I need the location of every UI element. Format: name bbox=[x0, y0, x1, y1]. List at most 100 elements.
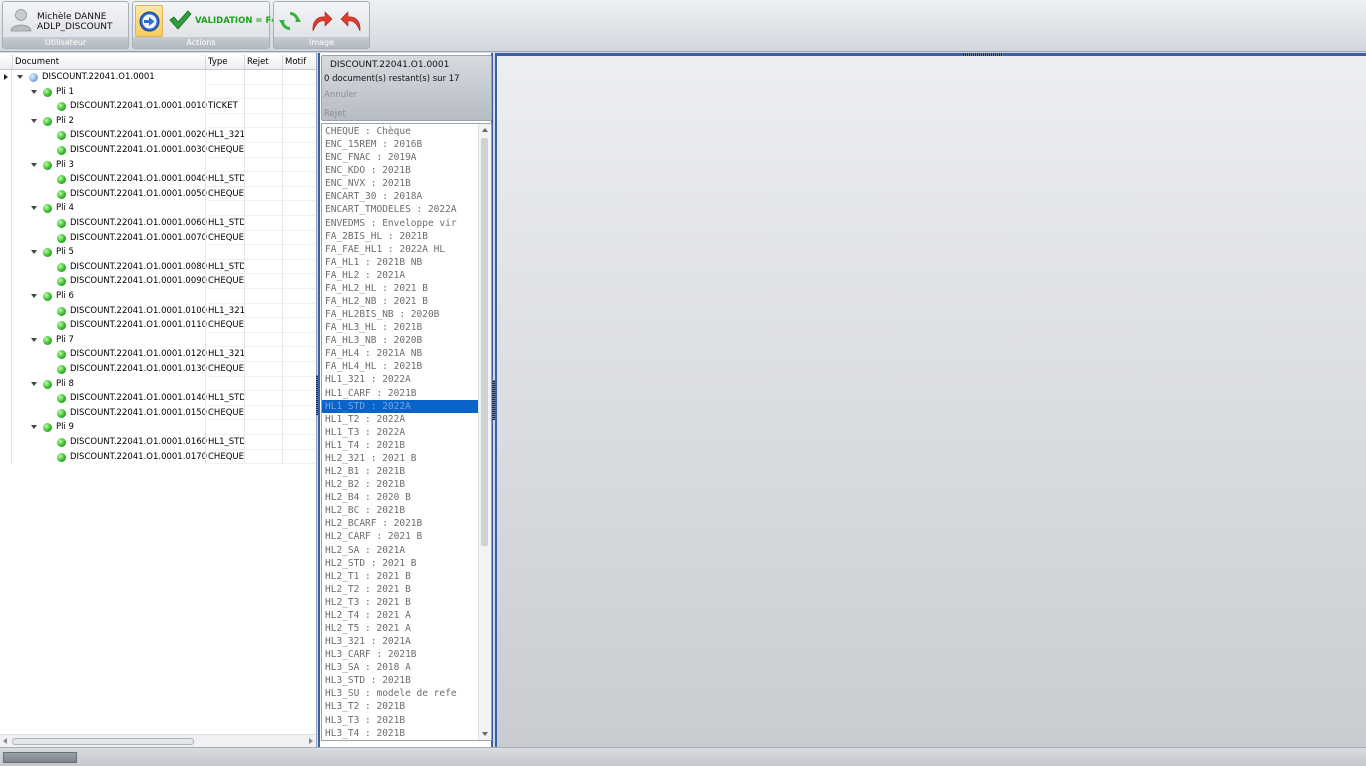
document-type-item[interactable]: HL3_T2 : 2021B bbox=[322, 700, 480, 713]
horizontal-scrollbar[interactable] bbox=[0, 734, 316, 747]
collapse-icon[interactable] bbox=[31, 425, 37, 430]
tree-document-row[interactable]: DISCOUNT.22041.O1.0001.0170 CHEQUE bbox=[0, 449, 316, 465]
document-type-item[interactable]: HL3_321 : 2021A bbox=[322, 635, 480, 648]
image-viewer[interactable] bbox=[495, 53, 1366, 747]
document-type-item[interactable]: ENVEDMS : Enveloppe vir bbox=[322, 217, 480, 230]
document-type-item[interactable]: HL1_CARF : 2021B bbox=[322, 387, 480, 400]
tree-pli-row[interactable]: Pli 1 bbox=[0, 84, 316, 100]
scroll-thumb[interactable] bbox=[481, 138, 488, 546]
scroll-left-icon[interactable] bbox=[3, 738, 7, 744]
tree-document-row[interactable]: DISCOUNT.22041.O1.0001.0080 HL1_STD bbox=[0, 259, 316, 275]
column-header-type[interactable]: Type bbox=[205, 55, 244, 69]
collapse-icon[interactable] bbox=[31, 294, 37, 298]
document-type-item[interactable]: HL2_T4 : 2021 A bbox=[322, 609, 480, 622]
redo-button[interactable] bbox=[307, 5, 335, 37]
document-type-item[interactable]: ENCART_30 : 2018A bbox=[322, 190, 480, 203]
tree-document-row[interactable]: DISCOUNT.22041.O1.0001.0050 CHEQUE bbox=[0, 186, 316, 202]
viewer-splitter-grip[interactable] bbox=[963, 53, 1003, 56]
document-type-item[interactable]: FA_2BIS_HL : 2021B bbox=[322, 230, 480, 243]
scroll-right-icon[interactable] bbox=[309, 738, 313, 744]
document-type-item[interactable]: HL3_STD : 2021B bbox=[322, 674, 480, 687]
tree-pli-row[interactable]: Pli 2 bbox=[0, 113, 316, 129]
tree-root-row[interactable]: DISCOUNT.22041.O1.0001 bbox=[0, 70, 316, 85]
document-type-item[interactable]: FA_HL3_HL : 2021B bbox=[322, 321, 480, 334]
document-type-item[interactable]: HL3_SA : 2018 A bbox=[322, 661, 480, 674]
tree-document-row[interactable]: DISCOUNT.22041.O1.0001.0130 CHEQUE bbox=[0, 362, 316, 377]
tree-document-row[interactable]: DISCOUNT.22041.O1.0001.0030 CHEQUE bbox=[0, 143, 316, 158]
tree-document-row[interactable]: DISCOUNT.22041.O1.0001.0040 HL1_STD bbox=[0, 172, 316, 187]
document-type-item[interactable]: FA_HL4_HL : 2021B bbox=[322, 360, 480, 373]
document-type-item[interactable]: FA_HL3_NB : 2020B bbox=[322, 334, 480, 347]
document-type-item[interactable]: ENC_NVX : 2021B bbox=[322, 177, 480, 190]
tree-document-row[interactable]: DISCOUNT.22041.O1.0001.0110 CHEQUE bbox=[0, 318, 316, 333]
column-header-document[interactable]: Document bbox=[12, 55, 205, 69]
vertical-scrollbar[interactable] bbox=[478, 124, 491, 740]
document-type-item[interactable]: HL2_CARF : 2021 B bbox=[322, 530, 480, 543]
tree-document-row[interactable]: DISCOUNT.22041.O1.0001.0140 HL1_STD bbox=[0, 391, 316, 406]
tree-document-row[interactable]: DISCOUNT.22041.O1.0001.0150 CHEQUE bbox=[0, 405, 316, 421]
collapse-icon[interactable] bbox=[31, 381, 37, 386]
document-type-item[interactable]: FA_HL2 : 2021A bbox=[322, 269, 480, 282]
document-type-item-selected[interactable]: HL1_STD : 2022A bbox=[322, 399, 480, 413]
document-type-item[interactable]: HL3_T4 : 2021B bbox=[322, 727, 480, 740]
document-type-item[interactable]: FA_HL2_HL : 2021 B bbox=[322, 282, 480, 295]
tree-document-row[interactable]: DISCOUNT.22041.O1.0001.0010 TICKET bbox=[0, 99, 316, 114]
tree-pli-row[interactable]: Pli 4 bbox=[0, 201, 316, 216]
collapse-icon[interactable] bbox=[31, 89, 37, 94]
tree-document-row[interactable]: DISCOUNT.22041.O1.0001.0090 CHEQUE bbox=[0, 274, 316, 289]
document-type-item[interactable]: FA_HL2BIS_NB : 2020B bbox=[322, 308, 480, 321]
undo-button[interactable] bbox=[338, 5, 366, 37]
collapse-icon[interactable] bbox=[31, 250, 37, 255]
document-type-item[interactable]: FA_HL4 : 2021A NB bbox=[322, 347, 480, 360]
document-type-item[interactable]: FA_FAE_HL1 : 2022A HL bbox=[322, 243, 480, 256]
scroll-down-icon[interactable] bbox=[482, 732, 488, 736]
document-type-item[interactable]: FA_HL2_NB : 2021 B bbox=[322, 295, 480, 308]
document-type-item[interactable]: ENC_FNAC : 2019A bbox=[322, 151, 480, 164]
document-type-item[interactable]: HL2_BCARF : 2021B bbox=[322, 517, 480, 530]
collapse-icon[interactable] bbox=[31, 118, 37, 123]
document-type-item[interactable]: HL1_321 : 2022A bbox=[322, 373, 480, 386]
collapse-icon[interactable] bbox=[31, 337, 37, 342]
column-header-motif[interactable]: Motif bbox=[282, 55, 316, 69]
document-type-item[interactable]: HL2_T5 : 2021 A bbox=[322, 622, 480, 635]
tree-document-row[interactable]: DISCOUNT.22041.O1.0001.0070 CHEQUE bbox=[0, 230, 316, 246]
document-type-item[interactable]: HL2_B1 : 2021B bbox=[322, 465, 480, 478]
collapse-icon[interactable] bbox=[17, 75, 23, 79]
document-type-item[interactable]: HL3_CARF : 2021B bbox=[322, 648, 480, 661]
collapse-icon[interactable] bbox=[31, 206, 37, 211]
document-type-item[interactable]: HL3_SU : modele de refe bbox=[322, 687, 480, 700]
tree-pli-row[interactable]: Pli 6 bbox=[0, 289, 316, 304]
document-type-item[interactable]: HL2_B4 : 2020 B bbox=[322, 491, 480, 504]
collapse-icon[interactable] bbox=[31, 162, 37, 167]
document-type-item[interactable]: HL2_SA : 2021A bbox=[322, 544, 480, 557]
tree-pli-row[interactable]: Pli 5 bbox=[0, 245, 316, 260]
tree-pli-row[interactable]: Pli 9 bbox=[0, 420, 316, 435]
next-button[interactable] bbox=[135, 5, 163, 37]
document-type-item[interactable]: HL2_321 : 2021 B bbox=[322, 452, 480, 465]
document-type-item[interactable]: ENCART_TMODELES : 2022A bbox=[322, 203, 480, 216]
document-type-item[interactable]: HL2_BC : 2021B bbox=[322, 504, 480, 517]
document-type-item[interactable]: CHEQUE : Chèque bbox=[322, 125, 480, 138]
document-type-item[interactable]: HL1_T4 : 2021B bbox=[322, 439, 480, 452]
tree-document-row[interactable]: DISCOUNT.22041.O1.0001.0100 HL1_321 bbox=[0, 303, 316, 319]
tree-pli-row[interactable]: Pli 3 bbox=[0, 157, 316, 173]
reject-button[interactable]: Rejet bbox=[324, 109, 346, 119]
scroll-thumb[interactable] bbox=[12, 738, 194, 745]
tree-pli-row[interactable]: Pli 7 bbox=[0, 332, 316, 348]
document-type-item[interactable]: HL2_T3 : 2021 B bbox=[322, 596, 480, 609]
column-header-rejet[interactable]: Rejet bbox=[244, 55, 282, 69]
document-type-item[interactable]: ENC_15REM : 2016B bbox=[322, 138, 480, 151]
tree-document-row[interactable]: DISCOUNT.22041.O1.0001.0160 HL1_STD bbox=[0, 435, 316, 450]
document-type-item[interactable]: HL3_T3 : 2021B bbox=[322, 714, 480, 727]
document-type-item[interactable]: HL2_T1 : 2021 B bbox=[322, 570, 480, 583]
document-type-item[interactable]: HL1_T2 : 2022A bbox=[322, 413, 480, 426]
cancel-button[interactable]: Annuler bbox=[324, 90, 357, 100]
validate-button[interactable]: VALIDATION = F4 bbox=[166, 5, 277, 37]
document-type-item[interactable]: HL2_STD : 2021 B bbox=[322, 557, 480, 570]
document-type-item[interactable]: FA_HL1 : 2021B NB bbox=[322, 256, 480, 269]
document-type-item[interactable]: ENC_KDO : 2021B bbox=[322, 164, 480, 177]
tree-document-row[interactable]: DISCOUNT.22041.O1.0001.0020 HL1_321 bbox=[0, 128, 316, 143]
document-type-item[interactable]: HL1_T3 : 2022A bbox=[322, 426, 480, 439]
document-type-item[interactable]: HL2_B2 : 2021B bbox=[322, 478, 480, 491]
document-type-item[interactable]: HL2_T2 : 2021 B bbox=[322, 583, 480, 596]
